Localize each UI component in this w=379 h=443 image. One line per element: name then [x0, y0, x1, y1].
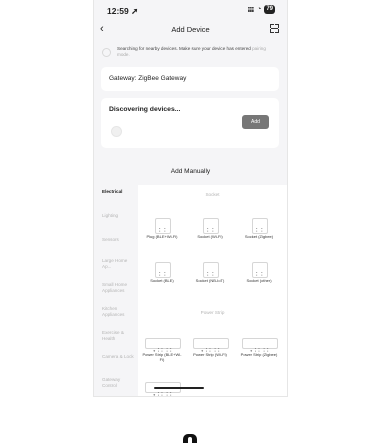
gateway-card[interactable]: Gateway: ZigBee Gateway [101, 67, 279, 91]
device-tile[interactable]: ∘ ⠅⠅ ⠅⠅ Power Strip (BLE+Wi-Fi) [142, 338, 182, 370]
device-label: Power Strip (Zigbee) [240, 352, 278, 357]
device-tile[interactable]: ∘ ⠅⠅ ⠅⠅ Power Strip (Wi-Fi) [190, 338, 230, 370]
device-tile[interactable]: ⠅ ⠅ Socket (BLE) [142, 262, 182, 294]
device-tile[interactable]: ⠅ ⠅ Socket (NB-IoT) [190, 262, 230, 294]
search-status-text: Searching for nearby devices. Make sure … [117, 46, 266, 57]
status-time: 12:59 ➚ [107, 6, 139, 16]
device-tile[interactable]: ⠅ ⠅ Socket (other) [239, 262, 279, 294]
category-kitchen-appliances[interactable]: Kitchen Appliances [102, 306, 136, 317]
nav-bar: ‹ Add Device [94, 20, 287, 40]
socket-icon: ⠅ ⠅ [155, 262, 171, 278]
scan-icon[interactable] [270, 24, 279, 33]
category-lighting[interactable]: Lighting [102, 213, 136, 219]
add-manually-heading: Add Manually [170, 168, 211, 175]
socket-icon: ⠅ ⠅ [252, 262, 268, 278]
device-label: Socket (Zigbee) [244, 234, 274, 239]
device-tile[interactable]: ⠅ ⠅ Socket (Wi-Fi) [190, 218, 230, 250]
socket-icon: ⠅ ⠅ [155, 218, 171, 234]
category-large-home-appliances[interactable]: Large Home Ap... [102, 258, 136, 269]
phone-screen: 12:59 ➚ 𝍖 ◔ 79 ‹ Add Device Searching fo… [93, 0, 288, 397]
power-strip-icon: ∘ ⠅⠅ ⠅⠅ [193, 338, 229, 354]
category-camera-lock[interactable]: Camera & Lock [102, 354, 136, 360]
battery-icon: 79 [264, 5, 275, 14]
section-socket-title: Socket [205, 192, 220, 197]
device-label: Socket (Wi-Fi) [197, 234, 223, 239]
device-label: Power Strip (BLE+Wi-Fi) [142, 352, 182, 362]
device-tile[interactable]: ⠅ ⠅ Plug (BLE+Wi-Fi) [142, 218, 182, 250]
category-small-home-appliances[interactable]: Small Home Appliances [102, 282, 136, 293]
socket-icon: ⠅ ⠅ [203, 218, 219, 234]
device-label: Plug (BLE+Wi-Fi) [146, 234, 178, 239]
device-tile[interactable]: ∘ ⠅⠅ ⠅⠅ Power Strip (Zigbee) [239, 338, 279, 370]
status-bar: 12:59 ➚ 𝍖 ◔ 79 [94, 0, 287, 20]
search-status: Searching for nearby devices. Make sure … [101, 45, 279, 61]
signal-icon: 𝍖 [247, 6, 255, 14]
gateway-label: Gateway: ZigBee Gateway [109, 75, 187, 82]
device-label: Socket (BLE) [150, 278, 174, 283]
add-button[interactable]: Add [242, 115, 269, 129]
wifi-icon: ◔ [257, 6, 262, 13]
section-power-strip-title: Power Strip [200, 310, 225, 315]
category-sensors[interactable]: Sensors [102, 237, 136, 243]
category-sidebar: Electrical Lighting Sensors Large Home A… [94, 185, 138, 396]
home-indicator[interactable] [154, 387, 204, 389]
device-tile[interactable]: ⠅ ⠅ Socket (Zigbee) [239, 218, 279, 250]
device-tile[interactable]: ∘ ⠅⠅ ⠅⠅ [142, 382, 182, 396]
category-gateway-control[interactable]: Gateway Control [102, 377, 136, 388]
device-label: Socket (NB-IoT) [195, 278, 225, 283]
device-label: Socket (other) [246, 278, 272, 283]
discover-spinner-icon [111, 126, 122, 137]
device-label: Power Strip (Wi-Fi) [193, 352, 227, 357]
page-title: Add Device [171, 25, 210, 34]
category-electrical[interactable]: Electrical [102, 189, 136, 195]
power-strip-icon: ∘ ⠅⠅ ⠅⠅ [242, 338, 278, 354]
power-strip-icon: ∘ ⠅⠅ ⠅⠅ [145, 338, 181, 354]
discover-card: Discovering devices... Add [101, 98, 279, 148]
loading-spinner-icon [102, 48, 111, 57]
socket-icon: ⠅ ⠅ [252, 218, 268, 234]
lock-icon [183, 434, 197, 443]
category-exercise-health[interactable]: Exercise & Health [102, 330, 136, 341]
discover-title: Discovering devices... [109, 106, 181, 113]
device-grid: Socket ⠅ ⠅ Plug (BLE+Wi-Fi) ⠅ ⠅ Socket (… [138, 185, 287, 396]
status-icons: 𝍖 ◔ 79 [248, 5, 275, 14]
socket-icon: ⠅ ⠅ [203, 262, 219, 278]
